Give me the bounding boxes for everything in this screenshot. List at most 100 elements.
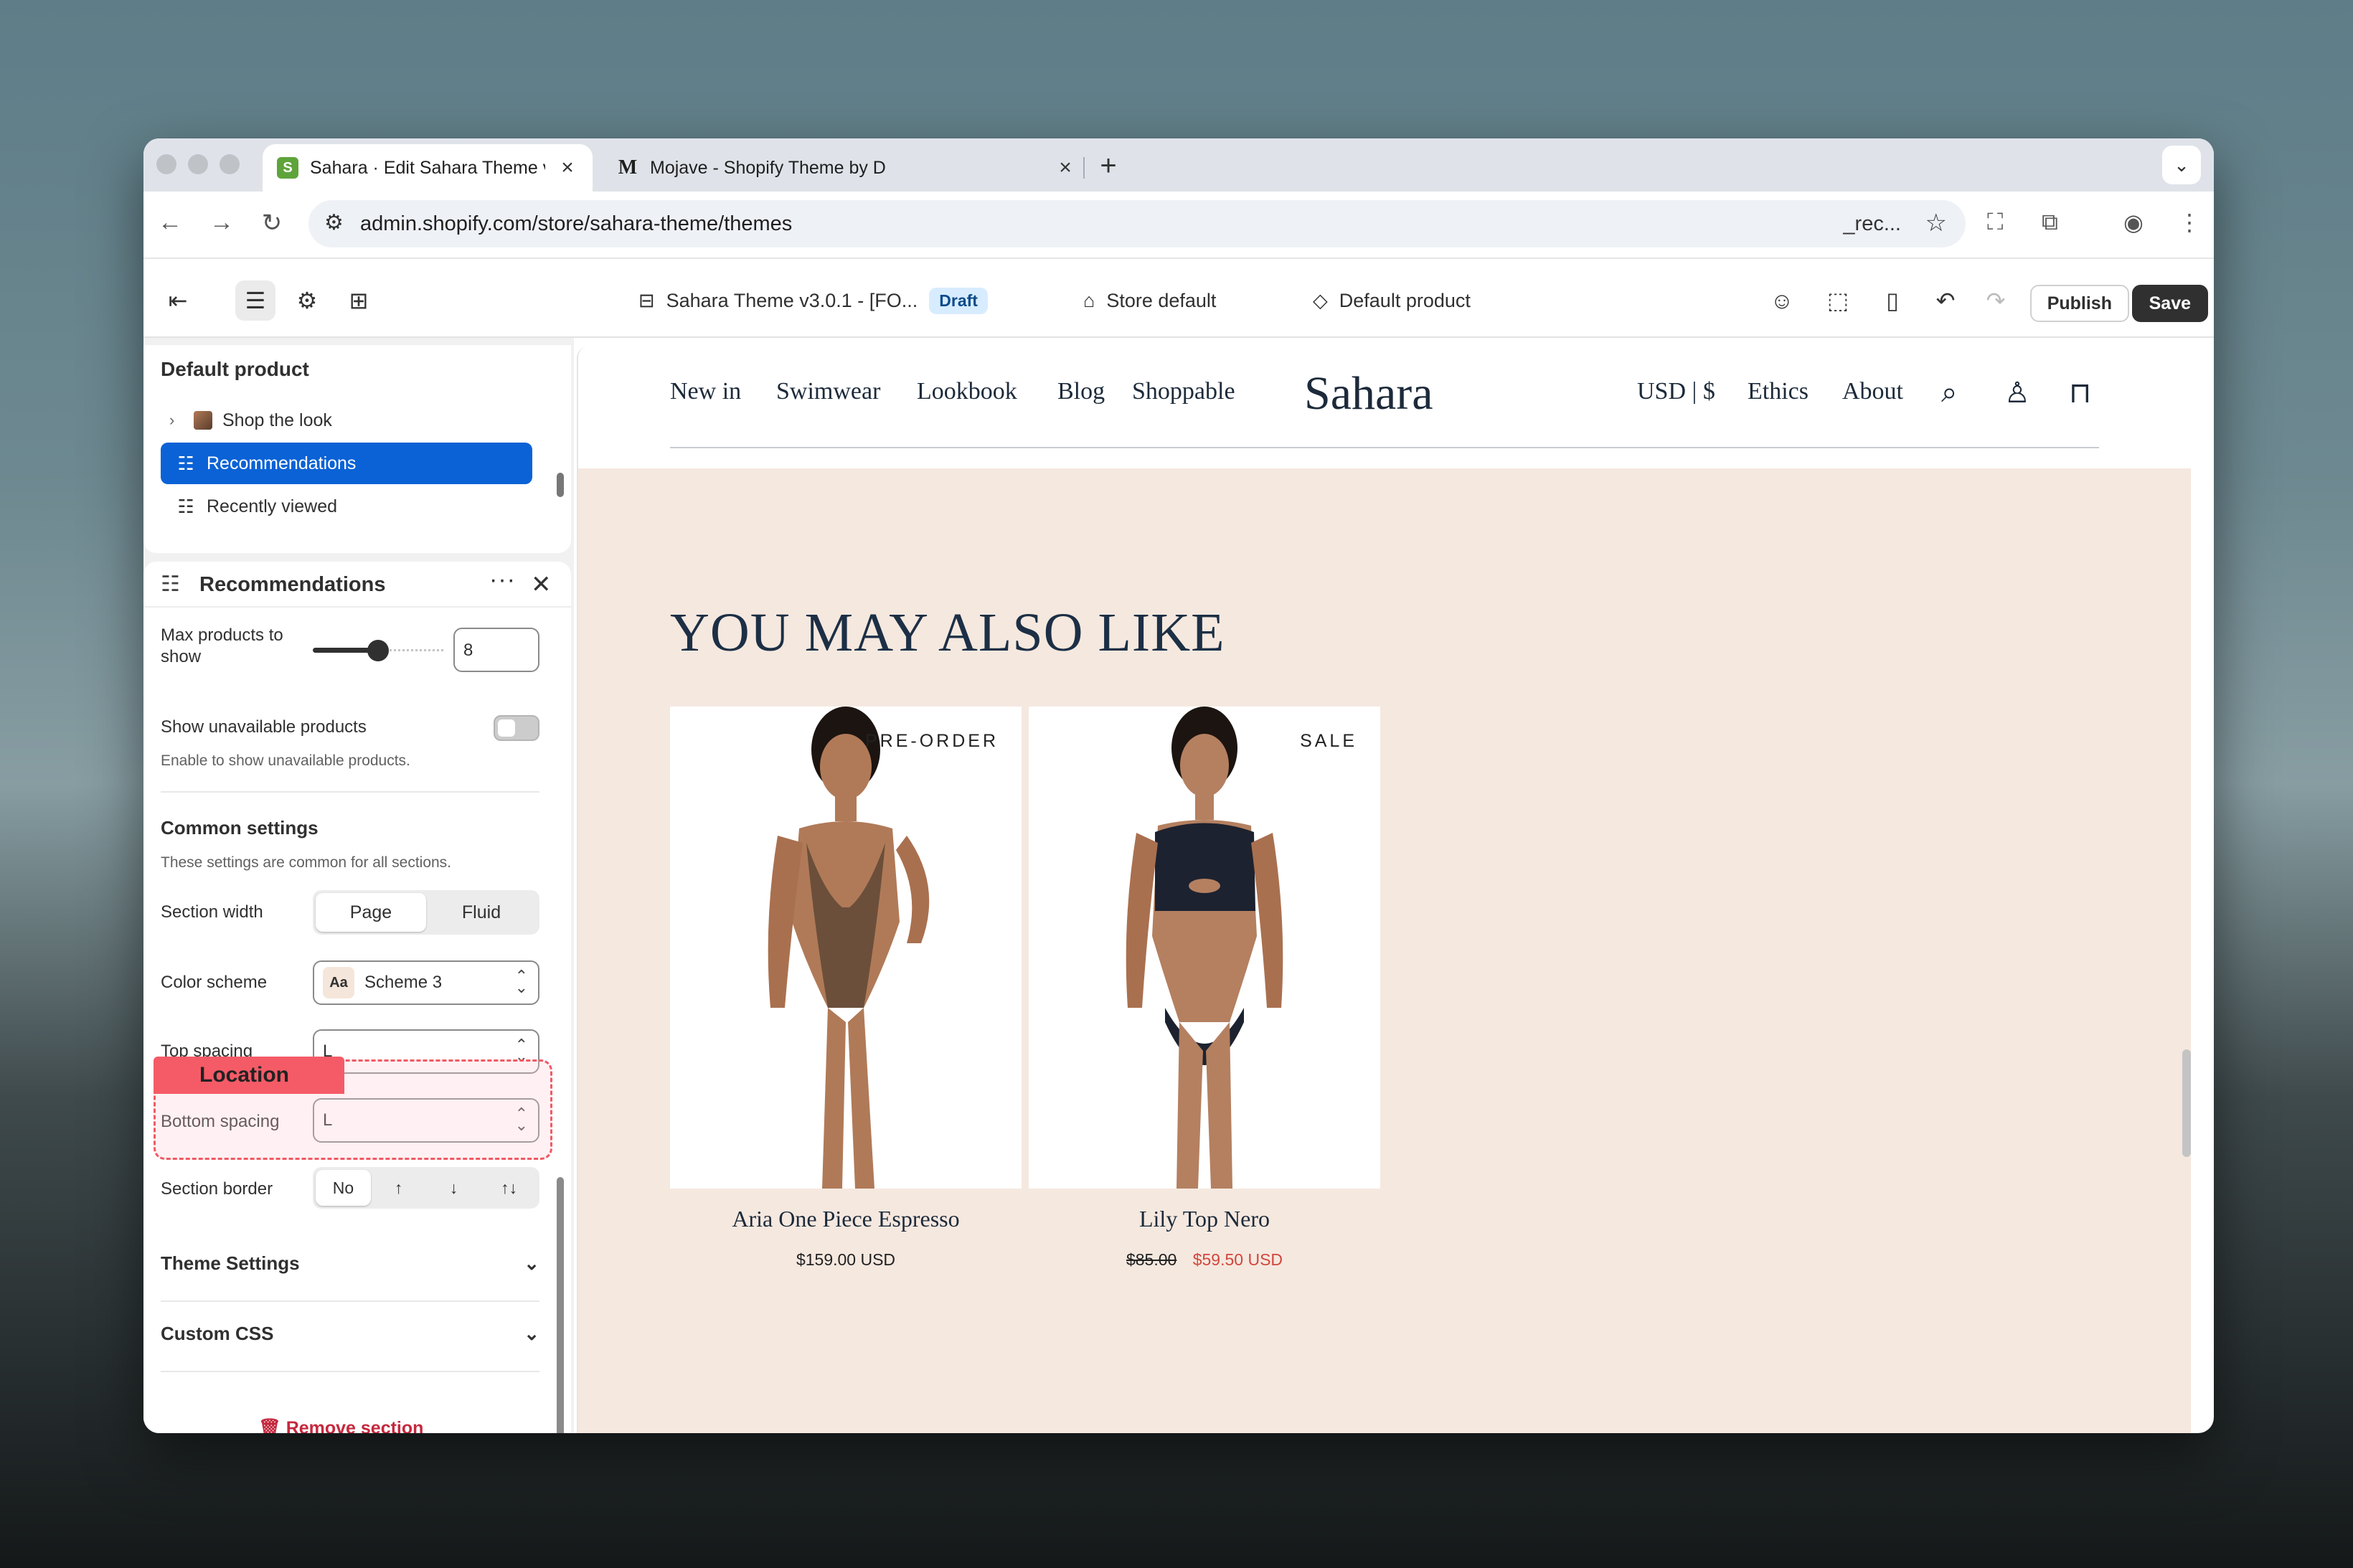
address-bar[interactable]: ⚙ admin.shopify.com/store/sahara-theme/t…: [308, 200, 1966, 247]
tab-title: Mojave - Shopify Theme by D: [650, 157, 886, 178]
browser-toolbar: ← → ↻ ⚙ admin.shopify.com/store/sahara-t…: [143, 192, 2214, 259]
nav-link-lookbook[interactable]: Lookbook: [917, 378, 1017, 405]
store-context-selector[interactable]: ⌂ Store default: [1083, 280, 1216, 321]
inspector-icon[interactable]: ⬚: [1818, 280, 1858, 321]
border-bottom-option[interactable]: ↓: [426, 1170, 481, 1206]
bookmark-star-icon[interactable]: ☆: [1925, 209, 1947, 237]
theme-settings-accordion[interactable]: Theme Settings ⌄: [161, 1249, 539, 1277]
mobile-preview-icon[interactable]: ▯: [1872, 280, 1913, 321]
border-both-option[interactable]: ↑↓: [481, 1170, 537, 1206]
theme-selector[interactable]: ⊟ Sahara Theme v3.0.1 - [FO... Draft: [638, 280, 988, 321]
nav-link-shoppable[interactable]: Shoppable: [1132, 378, 1235, 405]
zoom-window-button[interactable]: [220, 154, 240, 174]
price-value: $159.00 USD: [796, 1250, 896, 1269]
layout-icon: ⊟: [638, 289, 655, 311]
section-width-page-option[interactable]: Page: [316, 893, 426, 932]
chevron-down-icon: ⌄: [524, 1322, 539, 1344]
section-border-toggle: No ↑ ↓ ↑↓: [313, 1167, 539, 1209]
thumbnail-icon: [194, 411, 212, 430]
undo-icon[interactable]: ↶: [1925, 280, 1966, 321]
cart-icon[interactable]: ⊓: [2069, 377, 2091, 410]
section-width-label: Section width: [161, 902, 263, 922]
currency-selector[interactable]: USD | $: [1637, 378, 1715, 405]
product-price: $159.00 USD: [670, 1250, 1022, 1270]
remove-section-button[interactable]: 🗑 Remove section: [258, 1418, 423, 1433]
profile-icon[interactable]: ◉: [2123, 209, 2144, 236]
nav-link-about[interactable]: About: [1842, 378, 1903, 405]
max-products-input[interactable]: 8: [453, 628, 539, 672]
settings-header: ☷ Recommendations ··· ✕: [143, 562, 571, 608]
section-icon: ☷: [177, 495, 194, 517]
tab-title: Sahara · Edit Sahara Theme v: [310, 157, 545, 178]
account-icon[interactable]: ♙: [2004, 377, 2030, 410]
border-none-option[interactable]: No: [316, 1170, 371, 1206]
nav-link-swimwear[interactable]: Swimwear: [776, 378, 880, 405]
more-options-icon[interactable]: ···: [489, 566, 516, 594]
section-width-fluid-option[interactable]: Fluid: [426, 893, 537, 932]
redo-icon[interactable]: ↷: [1976, 280, 2016, 321]
tree-item-shop-the-look[interactable]: › Shop the look: [161, 400, 532, 441]
store-icon: ⌂: [1083, 289, 1095, 311]
product-card[interactable]: SALE: [1029, 707, 1380, 1189]
close-icon[interactable]: ✕: [531, 570, 552, 599]
product-card[interactable]: PRE-ORDER: [670, 707, 1022, 1189]
section-settings-panel: ☷ Recommendations ··· ✕ Max products to …: [143, 562, 571, 1433]
color-scheme-value: Scheme 3: [364, 973, 443, 992]
scrollbar[interactable]: [557, 473, 564, 497]
tag-icon: ◇: [1313, 289, 1328, 311]
nav-link-ethics[interactable]: Ethics: [1748, 378, 1809, 405]
color-scheme-swatch: Aa: [323, 967, 354, 998]
back-icon[interactable]: ←: [154, 209, 187, 237]
reload-icon[interactable]: ↻: [255, 209, 288, 237]
store-logo[interactable]: Sahara: [1304, 367, 1433, 421]
section-icon: ☷: [177, 452, 194, 474]
site-settings-icon[interactable]: ⚙: [324, 210, 344, 235]
custom-css-accordion[interactable]: Custom CSS ⌄: [161, 1319, 539, 1348]
apps-icon[interactable]: ⊞: [339, 280, 379, 321]
show-unavailable-toggle[interactable]: [494, 715, 539, 741]
tab-search-button[interactable]: ⌄: [2162, 146, 2201, 184]
tree-item-recently-viewed[interactable]: ☷ Recently viewed: [161, 486, 532, 527]
minimize-window-button[interactable]: [188, 154, 208, 174]
product-context-selector[interactable]: ◇ Default product: [1313, 280, 1471, 321]
product-title[interactable]: Aria One Piece Espresso: [670, 1206, 1022, 1232]
custom-css-label: Custom CSS: [161, 1322, 274, 1344]
show-unavailable-help: Enable to show unavailable products.: [161, 752, 410, 769]
chevron-right-icon[interactable]: ›: [169, 411, 184, 430]
tree-item-recommendations[interactable]: ☷ Recommendations: [161, 443, 532, 484]
product-image: [670, 707, 1022, 1189]
save-button[interactable]: Save: [2131, 285, 2208, 322]
slider-handle[interactable]: [367, 640, 389, 661]
color-scheme-select[interactable]: Aa Scheme 3 ⌃ ⌄: [313, 960, 539, 1005]
max-products-slider[interactable]: [313, 639, 443, 661]
product-context-label: Default product: [1339, 289, 1471, 311]
scrollbar[interactable]: [557, 1177, 564, 1433]
nav-link-new-in[interactable]: New in: [670, 378, 741, 405]
template-title: Default product: [161, 358, 309, 380]
close-icon[interactable]: ×: [557, 156, 578, 180]
search-icon[interactable]: ⌕: [1941, 377, 1957, 409]
border-top-option[interactable]: ↑: [371, 1170, 426, 1206]
status-badge: Draft: [929, 287, 988, 314]
forward-icon[interactable]: →: [205, 209, 238, 237]
sections-icon[interactable]: ☰: [235, 280, 275, 321]
store-context-label: Store default: [1106, 289, 1217, 311]
preview-scrollbar[interactable]: [2182, 1049, 2191, 1157]
tab-strip: S Sahara · Edit Sahara Theme v × M Mojav…: [143, 138, 2214, 192]
close-window-button[interactable]: [156, 154, 176, 174]
tab-sahara[interactable]: S Sahara · Edit Sahara Theme v ×: [263, 144, 593, 192]
publish-button[interactable]: Publish: [2029, 285, 2129, 322]
close-icon[interactable]: ×: [1055, 156, 1076, 180]
product-title[interactable]: Lily Top Nero: [1029, 1206, 1380, 1232]
common-settings-help: These settings are common for all sectio…: [161, 854, 452, 871]
tree-item-label: Recommendations: [207, 453, 357, 473]
tab-mojave[interactable]: M Mojave - Shopify Theme by D ×: [603, 144, 1090, 192]
new-tab-button[interactable]: +: [1090, 150, 1126, 182]
nav-link-blog[interactable]: Blog: [1057, 378, 1105, 405]
theme-settings-icon[interactable]: ⚙: [287, 280, 327, 321]
browser-menu-icon[interactable]: ⋮: [2178, 209, 2201, 236]
screenshot-icon[interactable]: ⛶: [1987, 209, 2003, 236]
exit-icon[interactable]: ⇤: [158, 280, 198, 321]
ai-icon[interactable]: ☺: [1762, 280, 1802, 321]
extensions-icon[interactable]: ⧉: [2042, 209, 2058, 236]
